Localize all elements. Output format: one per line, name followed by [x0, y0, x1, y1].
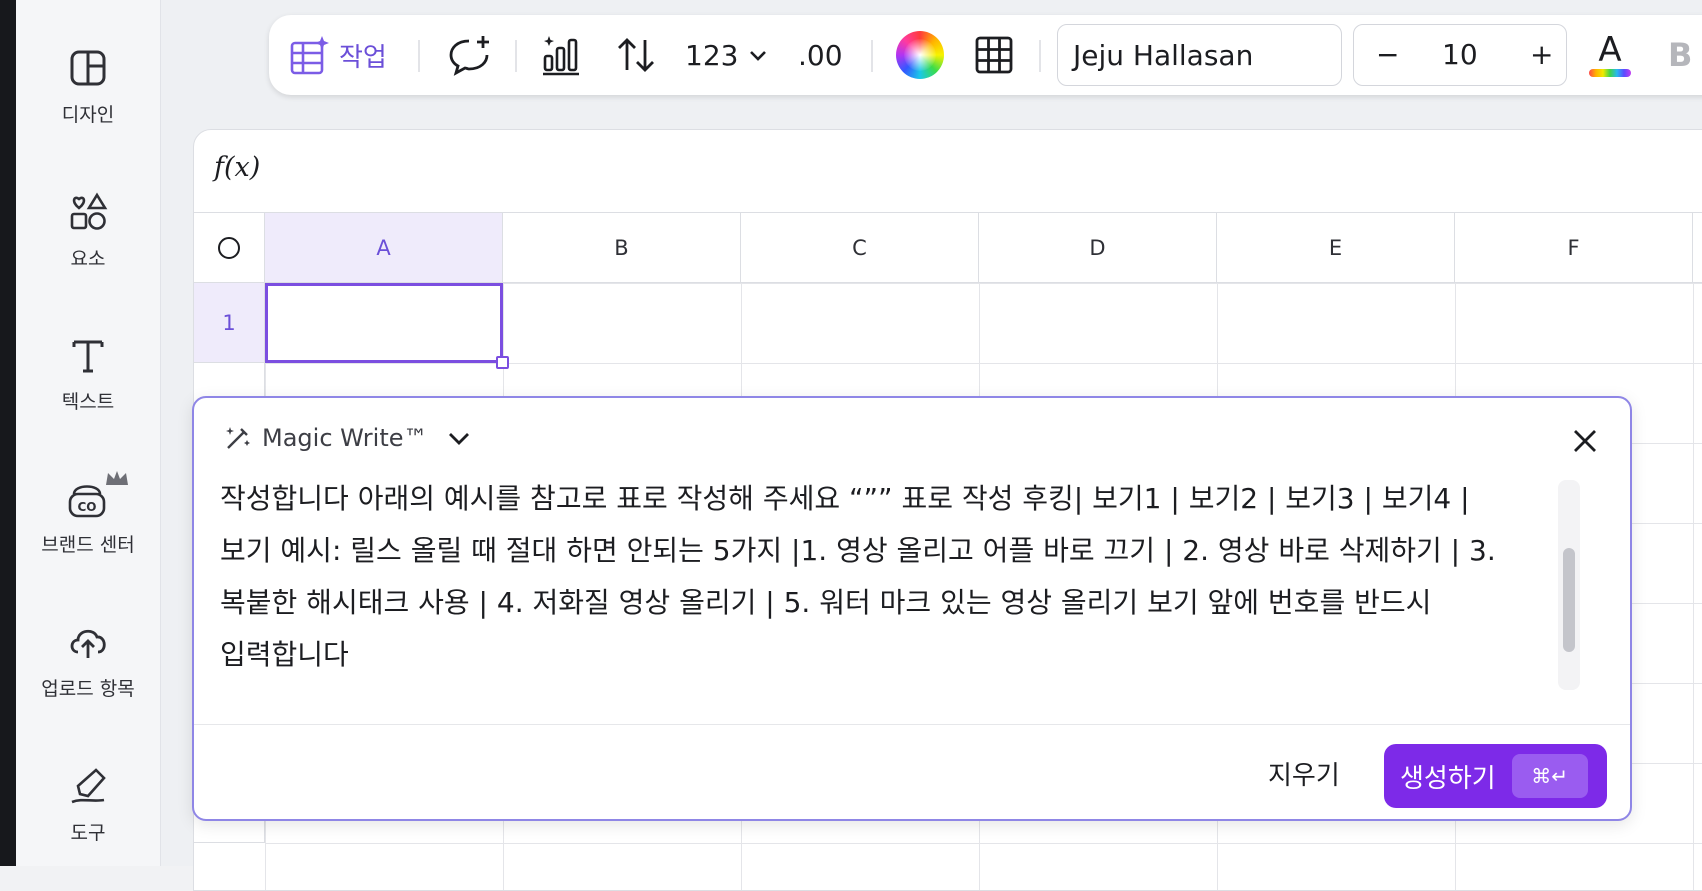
color-wheel-icon — [896, 31, 944, 79]
formula-bar[interactable]: f(x) — [194, 130, 1702, 213]
scrollbar-thumb[interactable] — [1563, 548, 1575, 652]
sidebar-item-text[interactable]: 텍스트 — [16, 333, 160, 414]
prompt-textarea[interactable]: 작성합니다 아래의 예시를 참고로 표로 작성해 주세요 “”” 표로 작성 후… — [220, 473, 1530, 693]
sidebar-item-label: 브랜드 센터 — [41, 534, 135, 556]
text-color-icon: A — [1598, 30, 1622, 70]
actions-label: 작업 — [339, 42, 387, 73]
layout-icon — [70, 50, 106, 86]
table-toolbar: 작업 123 .00 Jeju Hallasan − 10 + A B — [269, 15, 1702, 95]
prompt-line: 입력합니다 — [220, 638, 349, 671]
selected-cell-a1[interactable] — [265, 283, 503, 363]
number-format-label: 123 — [685, 38, 739, 72]
text-icon — [72, 340, 104, 373]
text-color-swatch — [1589, 69, 1631, 77]
font-family-dropdown[interactable]: Jeju Hallasan — [1057, 24, 1342, 86]
crown-icon — [106, 471, 128, 485]
column-header-d[interactable]: D — [979, 213, 1217, 283]
add-comment-icon — [449, 36, 489, 76]
svg-text:CO: CO — [77, 500, 96, 514]
select-all-corner[interactable] — [194, 213, 265, 283]
sidebar-item-uploads[interactable]: 업로드 항목 — [16, 620, 160, 701]
text-color-button[interactable]: A — [1589, 15, 1631, 95]
toolbar-divider — [515, 40, 517, 72]
sidebar: 디자인 요소 텍스트 CO 브랜드 센터 업로드 항목 도구 — [16, 0, 161, 866]
grid-borders-icon — [975, 36, 1013, 74]
generate-button[interactable]: 생성하기 ⌘↵ — [1384, 744, 1607, 808]
toolbar-divider — [418, 40, 420, 72]
close-icon[interactable] — [1572, 428, 1598, 454]
cloud-upload-icon — [70, 629, 106, 658]
cell-color-button[interactable] — [896, 15, 944, 95]
decimal-label: .00 — [798, 38, 843, 72]
window-edge — [0, 0, 16, 866]
magic-wand-icon — [226, 427, 250, 449]
bar-chart-sparkle-icon — [543, 36, 579, 76]
column-header-b[interactable]: B — [503, 213, 741, 283]
sidebar-item-label: 업로드 항목 — [41, 678, 135, 700]
actions-button[interactable]: 작업 — [289, 15, 387, 95]
clear-button[interactable]: 지우기 — [1258, 753, 1350, 799]
font-size-stepper: − 10 + — [1353, 24, 1567, 86]
column-header-f[interactable]: F — [1455, 213, 1693, 283]
chart-button[interactable] — [541, 15, 583, 95]
font-size-value[interactable]: 10 — [1442, 25, 1478, 85]
decimal-places-button[interactable]: .00 — [798, 15, 843, 95]
sidebar-item-tools[interactable]: 도구 — [16, 764, 160, 845]
sort-button[interactable] — [615, 15, 657, 95]
sidebar-item-label: 텍스트 — [61, 391, 115, 413]
sort-icon — [618, 38, 654, 72]
borders-button[interactable] — [974, 15, 1014, 95]
toolbar-divider — [871, 40, 873, 72]
column-header-a[interactable]: A — [265, 213, 503, 283]
generate-label: 생성하기 — [1400, 763, 1496, 794]
table-magic-icon — [290, 36, 329, 75]
prompt-line: 작성합니다 아래의 예시를 참고로 표로 작성해 주세요 “”” 표로 작성 후… — [220, 482, 1470, 515]
sidebar-item-brand[interactable]: CO 브랜드 센터 — [16, 471, 160, 557]
font-family-value: Jeju Hallasan — [1073, 38, 1254, 72]
sidebar-item-label: 디자인 — [61, 104, 115, 126]
sidebar-item-elements[interactable]: 요소 — [16, 190, 160, 271]
shapes-icon — [70, 192, 108, 230]
decrease-font-size-button[interactable]: − — [1376, 25, 1399, 85]
sidebar-item-design[interactable]: 디자인 — [16, 46, 160, 127]
bold-button[interactable]: B — [1668, 15, 1692, 95]
increase-font-size-button[interactable]: + — [1530, 25, 1553, 85]
number-format-dropdown[interactable]: 123 — [685, 15, 768, 95]
magic-write-dropdown[interactable]: Magic Write™ — [224, 424, 472, 452]
chevron-down-icon — [448, 433, 469, 445]
fill-handle[interactable] — [496, 356, 509, 369]
column-header-c[interactable]: C — [741, 213, 979, 283]
circle-icon — [218, 237, 240, 259]
panel-divider — [194, 724, 1630, 725]
sidebar-item-label: 도구 — [70, 822, 106, 844]
magic-write-panel: Magic Write™ 작성합니다 아래의 예시를 참고로 표로 작성해 주세… — [192, 396, 1632, 821]
shortcut-hint: ⌘↵ — [1511, 754, 1588, 798]
toolbar-divider — [1039, 40, 1041, 72]
magic-write-title: Magic Write™ — [262, 424, 428, 452]
column-header-e[interactable]: E — [1217, 213, 1455, 283]
row-header-1[interactable]: 1 — [194, 283, 265, 363]
formula-label: f(x) — [214, 152, 261, 183]
bold-label: B — [1668, 36, 1693, 74]
column-header-next[interactable] — [1693, 213, 1702, 283]
prompt-line: 보기 예시: 릴스 올릴 때 절대 하면 안되는 5가지 |1. 영상 올리고 … — [220, 534, 1496, 567]
prompt-scrollbar[interactable] — [1558, 480, 1580, 690]
sidebar-item-label: 요소 — [70, 248, 106, 270]
pen-tool-icon — [71, 768, 106, 804]
chevron-down-icon — [750, 51, 767, 61]
prompt-line: 복붙한 해시태크 사용 | 4. 저화질 영상 올리기 | 5. 워터 마크 있… — [220, 586, 1432, 619]
comment-button[interactable] — [447, 15, 491, 95]
